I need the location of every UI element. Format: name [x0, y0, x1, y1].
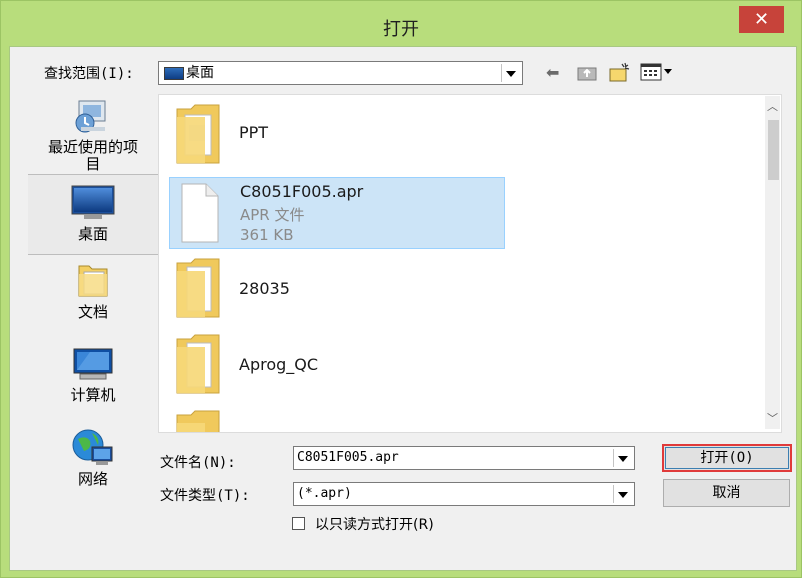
- place-documents[interactable]: 文档: [28, 260, 158, 336]
- list-item-folder-ppt[interactable]: PPT: [169, 99, 509, 169]
- file-name: PPT: [239, 123, 269, 142]
- place-network[interactable]: 网络: [28, 427, 158, 507]
- place-computer[interactable]: 计算机: [28, 345, 158, 421]
- scroll-down-icon[interactable]: ﹀: [765, 410, 780, 428]
- file-kind: APR 文件: [240, 206, 305, 224]
- open-file-dialog: 打开 ✕ 查找范围(I): 桌面 ⬅ 最近使用的项目 桌面 文档 计算机 网络 …: [0, 0, 802, 578]
- filetype-dropdown[interactable]: (*.apr): [293, 482, 635, 506]
- file-size: 361 KB: [240, 226, 294, 244]
- file-name: C8051F005.apr: [240, 182, 364, 201]
- filename-dropdown-arrow[interactable]: [613, 449, 632, 467]
- folder-icon: [176, 334, 220, 394]
- filename-label: 文件名(N):: [160, 455, 236, 471]
- documents-icon: [78, 265, 108, 297]
- new-folder-icon[interactable]: [608, 61, 632, 87]
- filetype-dropdown-arrow[interactable]: [613, 485, 632, 503]
- close-button[interactable]: ✕: [739, 6, 784, 33]
- folder-icon: [176, 104, 220, 164]
- places-bar: 最近使用的项目 桌面 文档 计算机 网络: [28, 97, 158, 552]
- file-list-scrollbar[interactable]: ︿ ﹀: [765, 96, 780, 429]
- list-item-folder-28035[interactable]: 28035: [169, 255, 509, 325]
- cancel-button[interactable]: 取消: [663, 479, 790, 507]
- file-name: Aprog_QC: [239, 355, 319, 374]
- readonly-checkbox[interactable]: [292, 517, 305, 530]
- lookin-label: 查找范围(I):: [44, 66, 134, 82]
- list-item-folder-partial[interactable]: [169, 407, 249, 432]
- lookin-value: 桌面: [186, 65, 214, 81]
- scroll-thumb[interactable]: [768, 120, 779, 180]
- list-item-folder-aprog[interactable]: Aprog_QC: [169, 331, 509, 401]
- place-recent[interactable]: 最近使用的项目: [28, 97, 158, 173]
- desktop-mini-icon: [164, 67, 184, 80]
- place-network-label: 网络: [77, 470, 108, 488]
- place-desktop[interactable]: 桌面: [28, 174, 158, 255]
- filetype-label: 文件类型(T):: [160, 488, 250, 504]
- place-recent-label: 最近使用的项目: [47, 138, 138, 173]
- computer-icon: [73, 348, 113, 380]
- lookin-dropdown[interactable]: 桌面: [158, 61, 523, 85]
- place-documents-label: 文档: [77, 303, 108, 321]
- lookin-dropdown-arrow[interactable]: [501, 64, 520, 82]
- file-name: 28035: [239, 279, 290, 298]
- file-list[interactable]: PPT C8051F005.apr APR 文件 361 KB 28035 Ap…: [158, 94, 782, 433]
- list-item-file-selected[interactable]: C8051F005.apr APR 文件 361 KB: [169, 177, 505, 249]
- up-folder-icon[interactable]: [577, 63, 597, 85]
- folder-icon: [176, 258, 220, 318]
- dialog-title: 打开: [383, 19, 419, 40]
- view-menu-icon[interactable]: [640, 63, 674, 85]
- readonly-label[interactable]: 以只读方式打开(R): [315, 514, 434, 534]
- network-icon: [72, 429, 113, 465]
- place-computer-label: 计算机: [70, 386, 116, 404]
- folder-icon: [176, 410, 220, 432]
- document-file-icon: [181, 183, 219, 243]
- filename-value: C8051F005.apr: [297, 450, 399, 465]
- filetype-value: (*.apr): [297, 486, 352, 501]
- scroll-up-icon[interactable]: ︿: [765, 98, 780, 116]
- filename-input[interactable]: C8051F005.apr: [293, 446, 635, 470]
- place-desktop-label: 桌面: [77, 225, 108, 243]
- open-button[interactable]: 打开(O): [662, 444, 792, 472]
- desktop-icon: [71, 185, 115, 219]
- back-arrow-icon[interactable]: ⬅: [546, 63, 559, 82]
- title-bar[interactable]: 打开 ✕: [1, 1, 801, 46]
- dialog-body: 查找范围(I): 桌面 ⬅ 最近使用的项目 桌面 文档 计算机 网络 PPT C…: [9, 46, 797, 571]
- recent-items-icon: [75, 100, 106, 133]
